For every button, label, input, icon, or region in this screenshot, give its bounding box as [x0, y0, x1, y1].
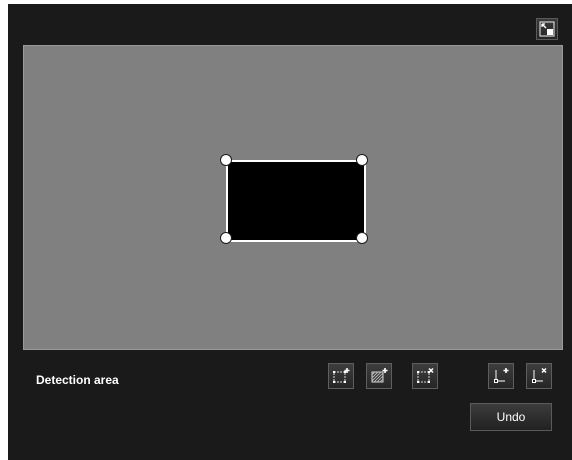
detection-area-rectangle[interactable]: [226, 160, 366, 242]
vertex-handle-top-right[interactable]: [356, 154, 368, 166]
delete-area-button[interactable]: [412, 363, 438, 389]
vertex-handle-top-left[interactable]: [220, 154, 232, 166]
add-vertex-icon: [494, 368, 509, 383]
vertex-handle-bottom-left[interactable]: [220, 232, 232, 244]
add-area-button[interactable]: [328, 363, 354, 389]
delete-vertex-icon: [532, 367, 547, 383]
delete-vertex-button[interactable]: [526, 363, 552, 389]
restore-size-button[interactable]: [536, 18, 558, 40]
undo-button[interactable]: Undo: [470, 403, 552, 431]
restore-size-icon: [539, 21, 555, 37]
detection-canvas[interactable]: [23, 45, 563, 350]
vertex-handle-bottom-right[interactable]: [356, 232, 368, 244]
detection-area-label: Detection area: [36, 373, 119, 387]
delete-area-icon: [417, 367, 434, 383]
add-area-icon: [333, 368, 350, 383]
add-mask-area-button[interactable]: [366, 363, 392, 389]
add-vertex-button[interactable]: [488, 363, 514, 389]
add-mask-area-icon: [371, 368, 388, 383]
detection-area-panel: Detection area Undo: [8, 4, 572, 460]
